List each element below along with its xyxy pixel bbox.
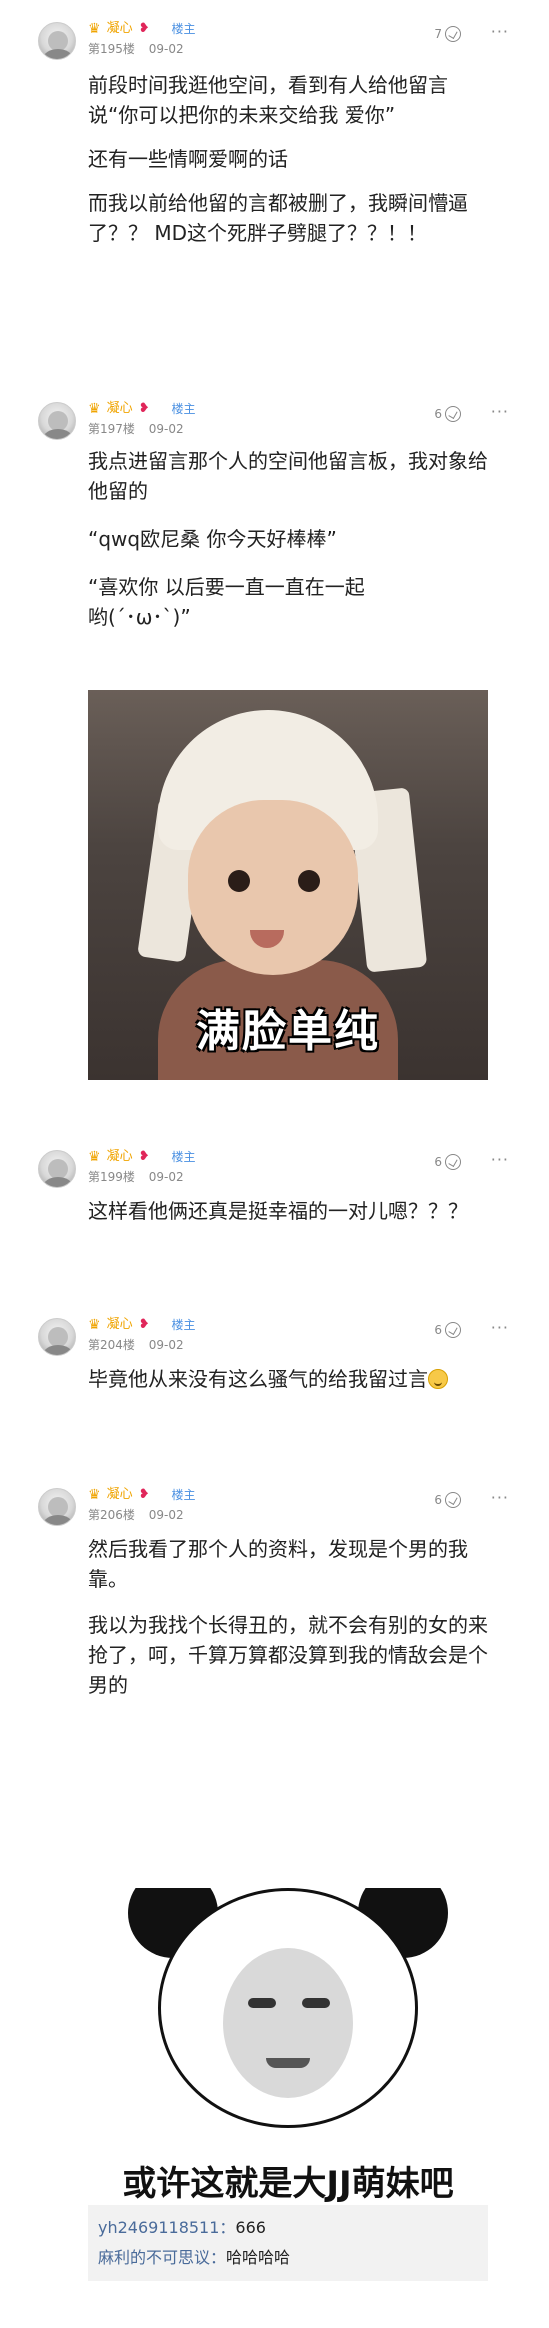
username[interactable]: 凝心 [107,1148,133,1166]
image-caption: 或许这就是大JJ萌妹吧 [122,2164,454,2204]
lips-icon: ❥ [138,1317,150,1332]
avatar[interactable] [38,1488,76,1526]
paragraph: 我点进留言那个人的空间他留言板，我对象给他留的 [88,449,488,503]
like-count: 6 [434,1323,442,1337]
username[interactable]: 凝心 [107,1486,133,1504]
like-icon [445,406,461,422]
more-options-icon[interactable]: ··· [491,1150,509,1169]
comment-row[interactable]: yh2469118511：666 [98,2213,478,2243]
post-body: 前段时间我逛他空间，看到有人给他留言说“你可以把你的未来交给我 爱你” 还有一些… [88,70,488,248]
eye-right [298,870,320,892]
username[interactable]: 凝心 [107,400,133,418]
like-icon [445,1154,461,1170]
crown-icon: ♛ [88,21,101,37]
crown-icon: ♛ [88,1317,101,1333]
post-meta: ♛ 凝心 ❥ 楼主 第204楼 09-02 [88,1316,196,1354]
post-date: 09-02 [148,1170,184,1184]
floor-number: 第204楼 [88,1338,135,1352]
comment-user[interactable]: yh2469118511： [98,2218,235,2237]
more-options-icon[interactable]: ··· [491,22,509,41]
like-icon [445,1492,461,1508]
op-badge: 楼主 [171,1488,196,1502]
crown-icon: ♛ [88,401,101,417]
paragraph-text: 毕竟他从来没有这么骚气的给我留过言 [88,1367,428,1391]
op-badge: 楼主 [171,1318,196,1332]
floor-number: 第197楼 [88,422,135,436]
op-badge: 楼主 [171,1150,196,1164]
comment-text: 666 [235,2218,266,2237]
lips-icon: ❥ [138,1487,150,1502]
crown-icon: ♛ [88,1487,101,1503]
smile-emoji-icon [428,1369,448,1389]
username[interactable]: 凝心 [107,1316,133,1334]
lips-icon: ❥ [138,1149,150,1164]
like-icon [445,1322,461,1338]
mouth [266,2058,310,2068]
post-meta: ♛ 凝心 ❥ 楼主 第195楼 09-02 [88,20,196,58]
more-options-icon[interactable]: ··· [491,1318,509,1337]
post-body: 我点进留言那个人的空间他留言板，我对象给他留的 “qwq欧尼桑 你今天好棒棒” … [88,446,488,632]
like-button[interactable]: 7 [434,26,461,42]
panda-face [223,1948,353,2098]
lips-icon: ❥ [138,21,150,36]
post-meta: ♛ 凝心 ❥ 楼主 第199楼 09-02 [88,1148,196,1186]
post-date: 09-02 [148,42,184,56]
comment-row[interactable]: 麻利的不可思议：哈哈哈哈 [98,2243,478,2273]
post-meta: ♛ 凝心 ❥ 楼主 第197楼 09-02 [88,400,196,438]
comment-user[interactable]: 麻利的不可思议： [98,2248,226,2267]
like-button[interactable]: 6 [434,406,461,422]
op-badge: 楼主 [171,402,196,416]
baby-meme-image[interactable]: 满脸单纯 [88,690,488,1080]
post-body: 这样看他俩还真是挺幸福的一对儿嗯？？？ [88,1196,488,1226]
floor-number: 第195楼 [88,42,135,56]
crown-icon: ♛ [88,1149,101,1165]
paragraph: 而我以前给他留的言都被删了，我瞬间懵逼了？？ MD这个死胖子劈腿了？？！！ [88,191,468,245]
comment-text: 哈哈哈哈 [226,2248,291,2267]
post-body: 然后我看了那个人的资料，发现是个男的我靠。 我以为我找个长得丑的，就不会有别的女… [88,1534,488,1700]
post-date: 09-02 [148,1508,184,1522]
avatar[interactable] [38,22,76,60]
username[interactable]: 凝心 [107,20,133,38]
like-count: 7 [434,27,442,41]
avatar[interactable] [38,1150,76,1188]
more-options-icon[interactable]: ··· [491,1488,509,1507]
like-button[interactable]: 6 [434,1492,461,1508]
op-badge: 楼主 [171,22,196,36]
post-date: 09-02 [148,1338,184,1352]
post-body: 毕竟他从来没有这么骚气的给我留过言 [88,1364,488,1394]
like-button[interactable]: 6 [434,1154,461,1170]
post-meta: ♛ 凝心 ❥ 楼主 第206楼 09-02 [88,1486,196,1524]
avatar[interactable] [38,1318,76,1356]
like-button[interactable]: 6 [434,1322,461,1338]
paragraph: “喜欢你 以后要一直一直在一起哟(´･ω･`)” [88,575,365,629]
paragraph: 我以为我找个长得丑的，就不会有别的女的来抢了，呵，千算万算都没算到我的情敌会是个… [88,1613,488,1697]
baby-face [188,800,358,975]
more-options-icon[interactable]: ··· [491,402,509,421]
image-caption: 满脸单纯 [196,1006,380,1057]
paragraph: 毕竟他从来没有这么骚气的给我留过言 [88,1364,488,1394]
floor-number: 第199楼 [88,1170,135,1184]
like-count: 6 [434,1493,442,1507]
lips-icon: ❥ [138,401,150,416]
panda-meme-image[interactable]: 或许这就是大JJ萌妹吧 [88,1888,488,2218]
like-count: 6 [434,1155,442,1169]
eye-left [248,1998,276,2008]
paragraph: 然后我看了那个人的资料，发现是个男的我靠。 [88,1537,468,1591]
like-icon [445,26,461,42]
eye-left [228,870,250,892]
eye-right [302,1998,330,2008]
paragraph: 还有一些情啊爱啊的话 [88,147,288,171]
paragraph: “qwq欧尼桑 你今天好棒棒” [88,527,337,551]
post-date: 09-02 [148,422,184,436]
like-count: 6 [434,407,442,421]
paragraph: 前段时间我逛他空间，看到有人给他留言说“你可以把你的未来交给我 爱你” [88,73,448,127]
sub-comments: yh2469118511：666 麻利的不可思议：哈哈哈哈 [88,2205,488,2281]
paragraph: 这样看他俩还真是挺幸福的一对儿嗯？？？ [88,1199,468,1223]
floor-number: 第206楼 [88,1508,135,1522]
avatar[interactable] [38,402,76,440]
